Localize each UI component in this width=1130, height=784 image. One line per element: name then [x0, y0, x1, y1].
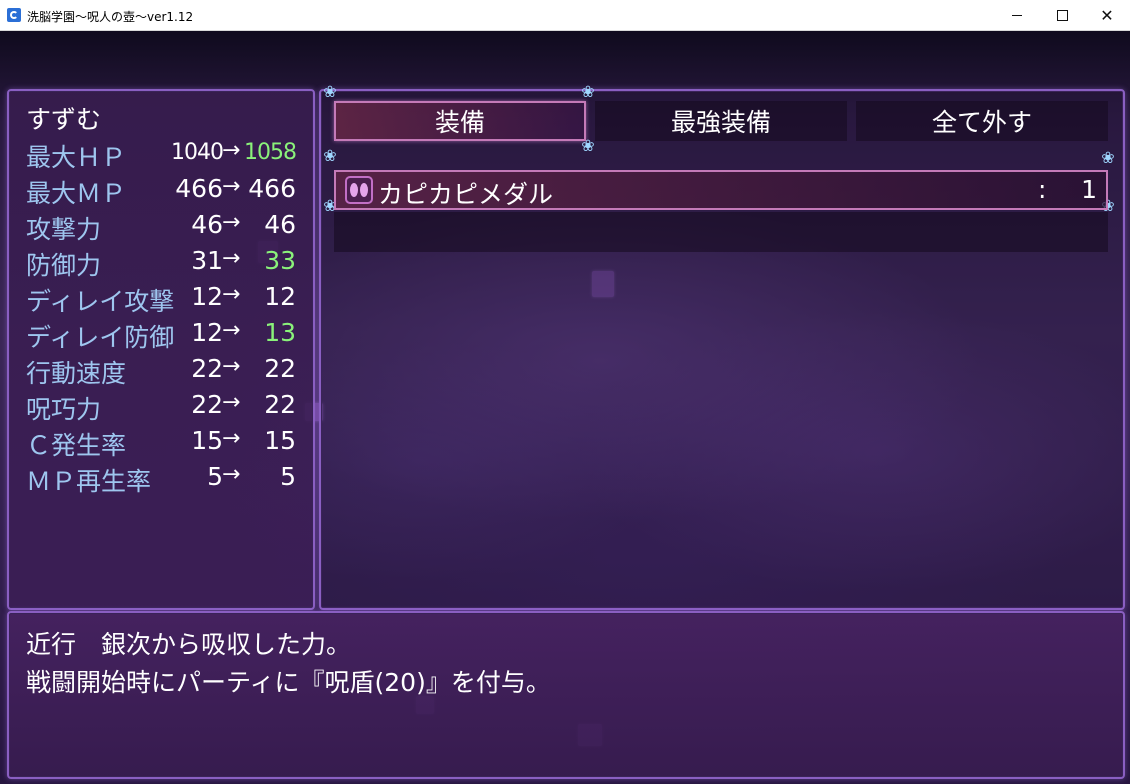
- stat-new-value: 22: [264, 354, 296, 383]
- stat-row: 防御力 31 → 33: [26, 246, 306, 280]
- stat-label: Ｃ発生率: [26, 431, 127, 460]
- stat-row: Ｃ発生率 15 → 15: [26, 426, 306, 460]
- stat-row: 呪巧力 22 → 22: [26, 390, 306, 424]
- item-count-separator: :: [1038, 175, 1047, 204]
- stat-row: ディレイ攻撃 12 → 12: [26, 282, 306, 316]
- equipment-panel: [319, 89, 1125, 610]
- flower-ornament-icon: ❀: [581, 82, 595, 101]
- stat-current-value: 46: [191, 210, 223, 239]
- stat-label: 防御力: [26, 251, 102, 280]
- stat-new-value: 1058: [244, 140, 297, 165]
- equip-command[interactable]: 装備: [334, 101, 586, 141]
- character-name: すずむ: [26, 105, 102, 134]
- help-text-line-1: 近行 銀次から吸収した力。: [26, 630, 352, 659]
- arrow-right-icon: →: [222, 462, 241, 487]
- stat-new-value: 46: [264, 210, 296, 239]
- stat-label: ディレイ攻撃: [26, 287, 175, 316]
- stat-label: ＭＰ再生率: [26, 467, 152, 496]
- close-icon: ✕: [1100, 5, 1114, 25]
- stat-label: 最大ＨＰ: [26, 143, 127, 172]
- optimize-command-label: 最強装備: [670, 108, 771, 137]
- stat-label: 最大ＭＰ: [26, 179, 127, 208]
- title-bar: 洗脳学園～呪人の壺～ver1.12 ✕: [0, 0, 1130, 31]
- stat-current-value: 1040: [171, 140, 224, 165]
- stat-label: 攻撃力: [26, 215, 102, 244]
- help-text-line-2: 戦闘開始時にパーティに『呪盾(20)』を付与。: [26, 668, 551, 697]
- arrow-right-icon: →: [222, 282, 241, 307]
- item-count: 1: [1081, 175, 1097, 204]
- close-button[interactable]: ✕: [1084, 0, 1130, 31]
- minimize-button[interactable]: [994, 0, 1040, 31]
- equip-command-label: 装備: [434, 108, 485, 137]
- stat-label: 呪巧力: [26, 395, 102, 424]
- stat-row: ＭＰ再生率 5 → 5: [26, 462, 306, 496]
- item-name: カピカピメダル: [378, 180, 554, 209]
- stat-row: ディレイ防御 12 → 13: [26, 318, 306, 352]
- flower-ornament-icon: ❀: [1101, 148, 1115, 167]
- arrow-right-icon: →: [222, 426, 241, 451]
- stat-current-value: 15: [191, 426, 223, 455]
- maximize-button[interactable]: [1039, 0, 1085, 31]
- stat-new-value: 13: [264, 318, 296, 347]
- stat-current-value: 466: [175, 174, 223, 203]
- empty-item-row[interactable]: [334, 212, 1108, 252]
- stat-current-value: 12: [191, 318, 223, 347]
- stat-new-value: 12: [264, 282, 296, 311]
- stat-row: 最大ＭＰ 466 → 466: [26, 174, 306, 208]
- stat-new-value: 15: [264, 426, 296, 455]
- stat-row: 行動速度 22 → 22: [26, 354, 306, 388]
- arrow-right-icon: →: [222, 138, 241, 163]
- arrow-right-icon: →: [222, 210, 241, 235]
- item-row[interactable]: カピカピメダル : 1: [334, 170, 1108, 210]
- window-title: 洗脳学園～呪人の壺～ver1.12: [27, 10, 194, 24]
- stat-new-value: 466: [248, 174, 296, 203]
- game-window: 洗脳学園～呪人の壺～ver1.12 ✕ すずむ ❀ ❀ ❀ ❀ ❀ ❀ ❀ 装備…: [0, 0, 1130, 784]
- stat-row: 攻撃力 46 → 46: [26, 210, 306, 244]
- arrow-right-icon: →: [222, 174, 241, 199]
- clear-all-command-label: 全て外す: [931, 108, 1032, 137]
- maximize-icon: [1056, 10, 1068, 21]
- stat-new-value: 33: [264, 246, 296, 275]
- arrow-right-icon: →: [222, 354, 241, 379]
- arrow-right-icon: →: [222, 246, 241, 271]
- app-icon: [7, 8, 21, 22]
- stat-current-value: 12: [191, 282, 223, 311]
- stat-current-value: 22: [191, 390, 223, 419]
- optimize-command[interactable]: 最強装備: [595, 101, 847, 141]
- stat-new-value: 5: [280, 462, 296, 491]
- minimize-icon: [1012, 15, 1022, 16]
- flower-ornament-icon: ❀: [323, 82, 337, 101]
- stat-label: ディレイ防御: [26, 323, 175, 352]
- medal-icon: [345, 176, 373, 204]
- stat-current-value: 5: [207, 462, 223, 491]
- stat-current-value: 22: [191, 354, 223, 383]
- clear-all-command[interactable]: 全て外す: [856, 101, 1108, 141]
- arrow-right-icon: →: [222, 318, 241, 343]
- arrow-right-icon: →: [222, 390, 241, 415]
- stat-row: 最大ＨＰ 1040 → 1058: [26, 138, 306, 172]
- stat-current-value: 31: [191, 246, 223, 275]
- flower-ornament-icon: ❀: [323, 146, 337, 165]
- stat-new-value: 22: [264, 390, 296, 419]
- stat-label: 行動速度: [26, 359, 127, 388]
